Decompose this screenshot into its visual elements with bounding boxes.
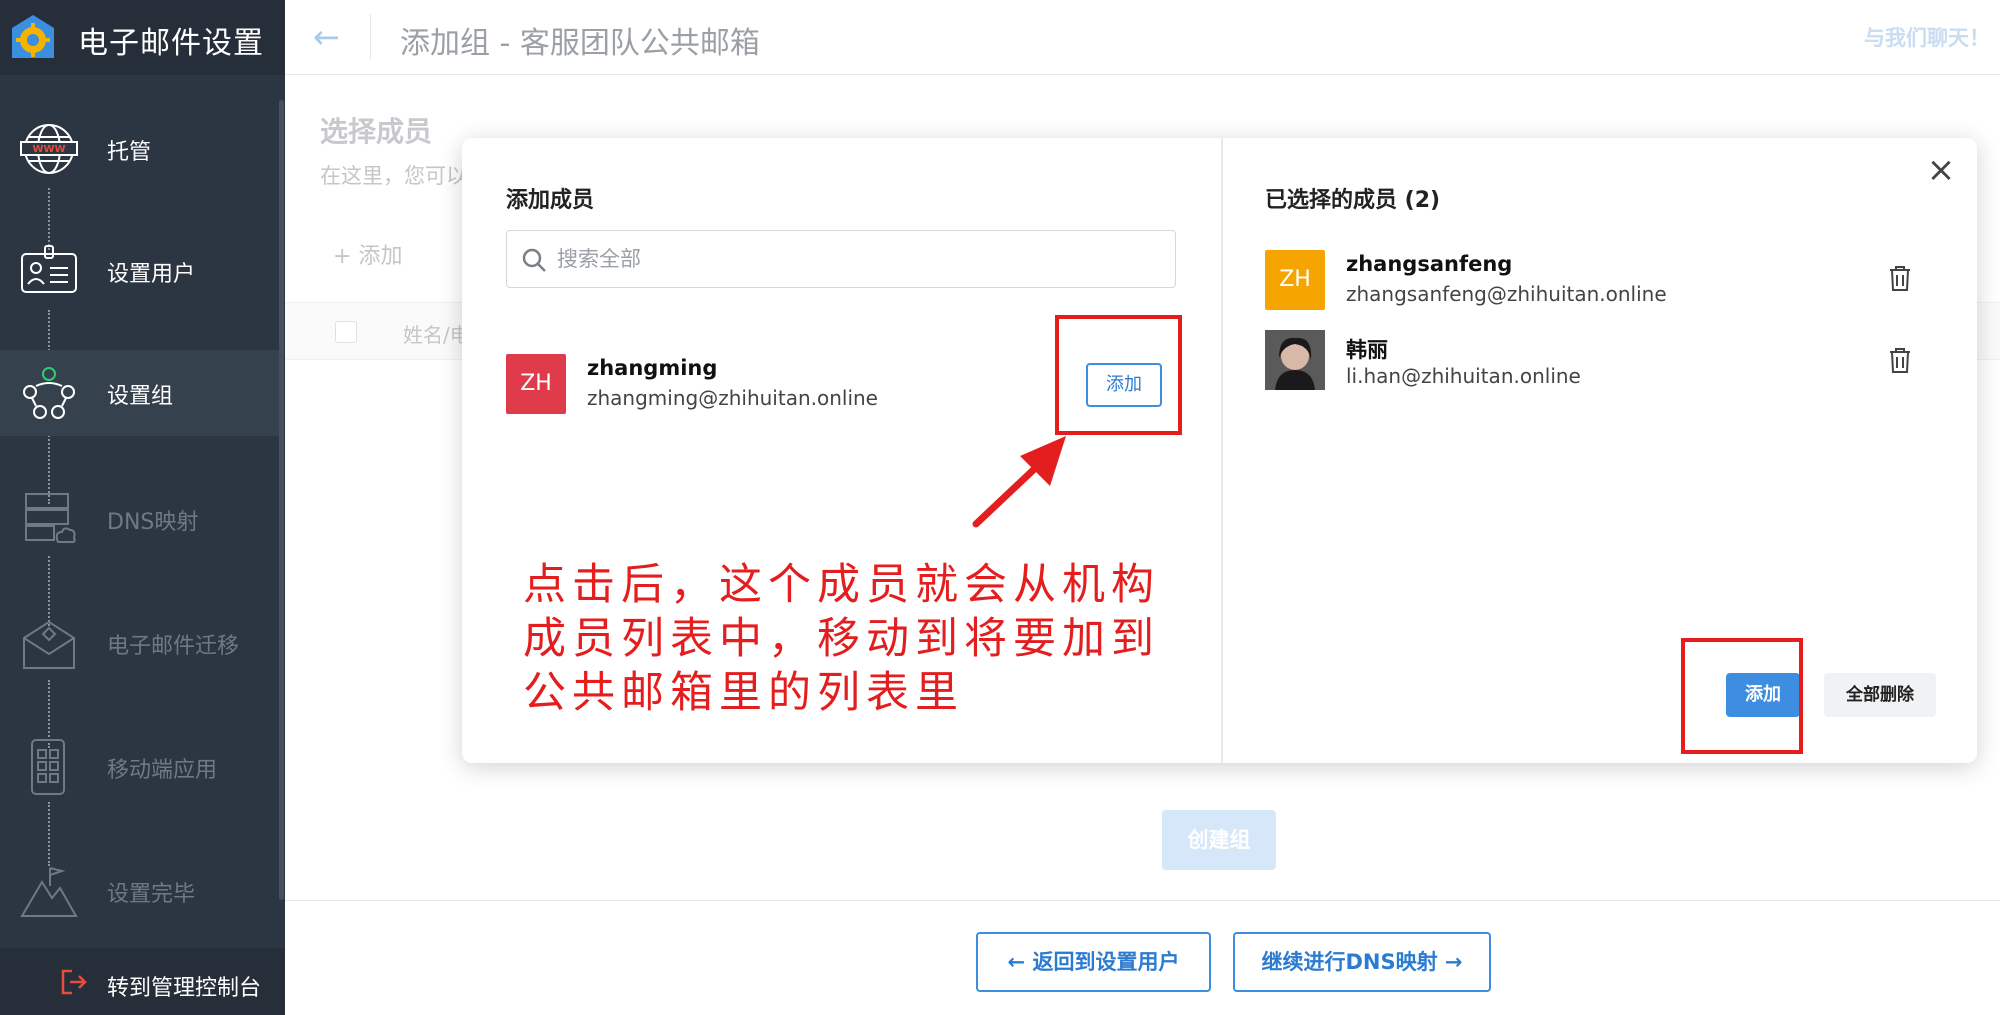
trash-icon[interactable] xyxy=(1887,346,1913,374)
back-arrow-icon[interactable]: ← xyxy=(313,18,340,56)
add-link-label: 添加 xyxy=(358,244,403,269)
sidebar-item-setup-groups[interactable]: 设置组 xyxy=(0,350,279,436)
sidebar-item-label: DNS映射 xyxy=(107,510,199,535)
divider xyxy=(285,900,2000,901)
close-icon[interactable]: × xyxy=(1923,152,1959,188)
column-header-name: 姓名/电 xyxy=(403,323,470,347)
member-name: zhangming xyxy=(587,356,718,380)
select-all-checkbox[interactable] xyxy=(335,321,357,343)
sidebar-item-label: 设置完毕 xyxy=(107,882,196,907)
sidebar-header: 电子邮件设置 xyxy=(0,0,285,75)
annotation-line: 公共邮箱里的列表里 xyxy=(523,668,964,718)
member-name: zhangsanfeng xyxy=(1346,252,1513,276)
sidebar-item-label: 托管 xyxy=(107,140,152,165)
svg-text:WWW: WWW xyxy=(32,144,65,155)
sidebar-item-label: 设置组 xyxy=(107,384,174,409)
sidebar-item-setup-users[interactable]: 设置用户 xyxy=(0,228,279,314)
sidebar-item-mobile-apps[interactable]: 移动端应用 xyxy=(0,724,279,810)
sidebar-scrollbar[interactable] xyxy=(279,100,284,900)
mobile-apps-icon xyxy=(31,739,65,795)
create-group-button[interactable]: 创建组 xyxy=(1162,810,1276,870)
search-box[interactable] xyxy=(506,230,1176,288)
sidebar-item-hosting[interactable]: WWW 托管 xyxy=(0,106,279,192)
member-name: 韩丽 xyxy=(1346,338,1388,362)
avatar: ZH xyxy=(1265,250,1325,310)
member-email: zhangming@zhihuitan.online xyxy=(587,386,878,410)
mountain-flag-icon xyxy=(20,867,78,917)
trash-icon[interactable] xyxy=(1887,264,1913,292)
server-cloud-icon xyxy=(25,493,76,543)
app-title: 电子邮件设置 xyxy=(78,26,264,61)
sidebar-item-mail-migration[interactable]: 电子邮件迁移 xyxy=(0,600,279,686)
topbar: ← 添加组 - 客服团队公共邮箱 与我们聊天！ xyxy=(285,0,2000,75)
chat-link[interactable]: 与我们聊天！ xyxy=(1864,22,1990,52)
delete-all-button[interactable]: 全部删除 xyxy=(1824,673,1936,717)
plus-icon: + xyxy=(333,244,352,269)
divider xyxy=(370,14,371,60)
sidebar: 电子邮件设置 WWW 托管 设置用户 设置组 DNS映射 电子邮件迁移 移动端应… xyxy=(0,0,285,1015)
exit-icon xyxy=(61,969,87,995)
settings-gear-logo-icon xyxy=(12,15,54,58)
annotation-highlight-box xyxy=(1681,638,1803,754)
sidebar-item-dns[interactable]: DNS映射 xyxy=(0,476,279,562)
selected-members-title: 已选择的成员 (2) xyxy=(1265,188,1441,213)
member-email: zhangsanfeng@zhihuitan.online xyxy=(1346,282,1667,306)
continue-dns-button[interactable]: 继续进行DNS映射 → xyxy=(1233,932,1491,992)
avatar-photo xyxy=(1265,330,1325,390)
add-member-link[interactable]: + 添加 xyxy=(333,238,402,270)
annotation-line: 成员列表中，移动到将要加到 xyxy=(523,614,1160,664)
page-title: 添加组 - 客服团队公共邮箱 xyxy=(400,26,760,61)
add-members-title: 添加成员 xyxy=(506,188,595,213)
section-description: 在这里，您可以 xyxy=(320,164,467,188)
annotation-highlight-box xyxy=(1055,315,1182,435)
search-icon xyxy=(522,248,546,272)
sidebar-item-label: 电子邮件迁移 xyxy=(107,634,240,659)
search-input[interactable] xyxy=(557,241,1157,277)
annotation-arrow-icon xyxy=(972,436,1066,528)
section-title: 选择成员 xyxy=(320,115,433,148)
annotation-text: 点击后，这个成员就会从机构 成员列表中，移动到将要加到 公共邮箱里的列表里 xyxy=(523,558,1163,720)
modal-divider xyxy=(1221,138,1223,763)
sidebar-item-finished[interactable]: 设置完毕 xyxy=(0,848,279,934)
user-photo-icon xyxy=(1265,330,1325,390)
console-link[interactable]: 转到管理控制台 xyxy=(0,948,285,1015)
console-link-label: 转到管理控制台 xyxy=(107,976,262,1001)
back-to-users-button[interactable]: ← 返回到设置用户 xyxy=(976,932,1211,992)
globe-www-icon: WWW xyxy=(20,124,78,174)
member-email: li.han@zhihuitan.online xyxy=(1346,364,1581,388)
annotation-line: 点击后，这个成员就会从机构 xyxy=(523,560,1160,610)
group-network-icon xyxy=(23,367,75,419)
user-card-icon xyxy=(21,245,77,293)
avatar: ZH xyxy=(506,354,566,414)
sidebar-item-label: 移动端应用 xyxy=(107,758,218,783)
mail-migration-icon xyxy=(23,620,75,669)
sidebar-item-label: 设置用户 xyxy=(107,262,196,287)
